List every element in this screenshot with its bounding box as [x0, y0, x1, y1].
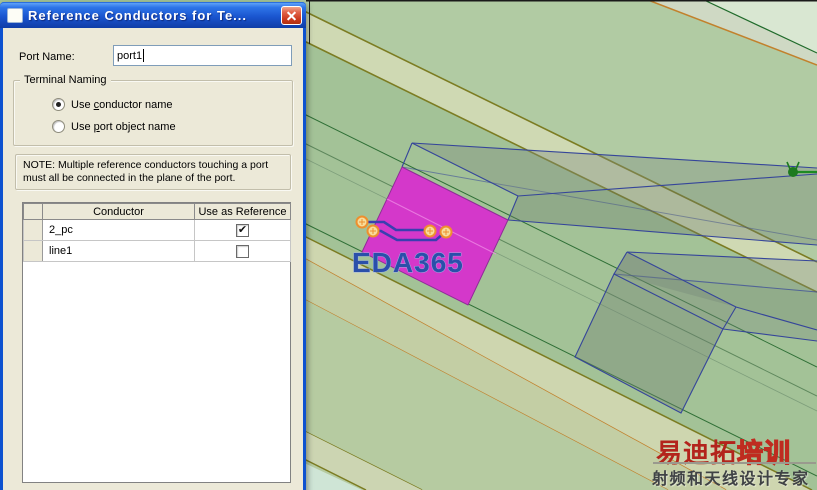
text-caret [143, 49, 145, 62]
conductor-cell[interactable]: 2_pc [42, 219, 195, 241]
dialog-titlebar[interactable]: Reference Conductors for Te... [0, 2, 306, 28]
site-watermark-subtitle: 射频和天线设计专家 [652, 471, 810, 488]
conductor-cell[interactable]: line1 [42, 240, 195, 262]
watermark-divider [653, 462, 816, 464]
radio-selected-icon[interactable] [52, 98, 65, 111]
port-name-value: port1 [117, 49, 143, 62]
conductor-table: Conductor Use as Reference 2_pc ✔ line1 [22, 202, 291, 483]
radio-unselected-icon[interactable] [52, 120, 65, 133]
window-icon [7, 8, 23, 23]
viewport-top-edge [306, 0, 817, 2]
table-header-row: Conductor Use as Reference [23, 203, 291, 220]
radio-label[interactable]: Use port object name [71, 121, 176, 133]
radio-use-conductor-name[interactable]: Use conductor name [52, 98, 173, 111]
application-window: EDA365 易迪拓培训 射频和天线设计专家 Reference Conduct… [0, 0, 817, 490]
use-as-reference-column-header[interactable]: Use as Reference [194, 203, 291, 220]
row-selector-header [23, 203, 43, 220]
radio-label[interactable]: Use conductor name [71, 99, 173, 111]
conductor-column-header[interactable]: Conductor [42, 203, 195, 220]
terminal-naming-group [13, 80, 293, 146]
port-name-label: Port Name: [19, 51, 75, 63]
row-selector[interactable] [23, 240, 43, 262]
eda365-watermark: EDA365 [352, 247, 464, 278]
row-selector[interactable] [23, 219, 43, 241]
reference-conductors-dialog: Reference Conductors for Te... Port Name… [0, 2, 306, 490]
table-row[interactable]: line1 [23, 240, 291, 262]
port-name-input[interactable]: port1 [113, 45, 292, 66]
note-box: NOTE: Multiple reference conductors touc… [15, 154, 291, 190]
radio-use-port-object-name[interactable]: Use port object name [52, 120, 176, 133]
table-row[interactable]: 2_pc ✔ [23, 219, 291, 241]
use-as-reference-checkbox[interactable] [236, 244, 249, 258]
close-button[interactable] [281, 6, 302, 25]
terminal-naming-legend: Terminal Naming [20, 74, 111, 86]
use-as-reference-checkbox[interactable]: ✔ [236, 223, 249, 237]
dialog-title: Reference Conductors for Te... [28, 8, 248, 23]
